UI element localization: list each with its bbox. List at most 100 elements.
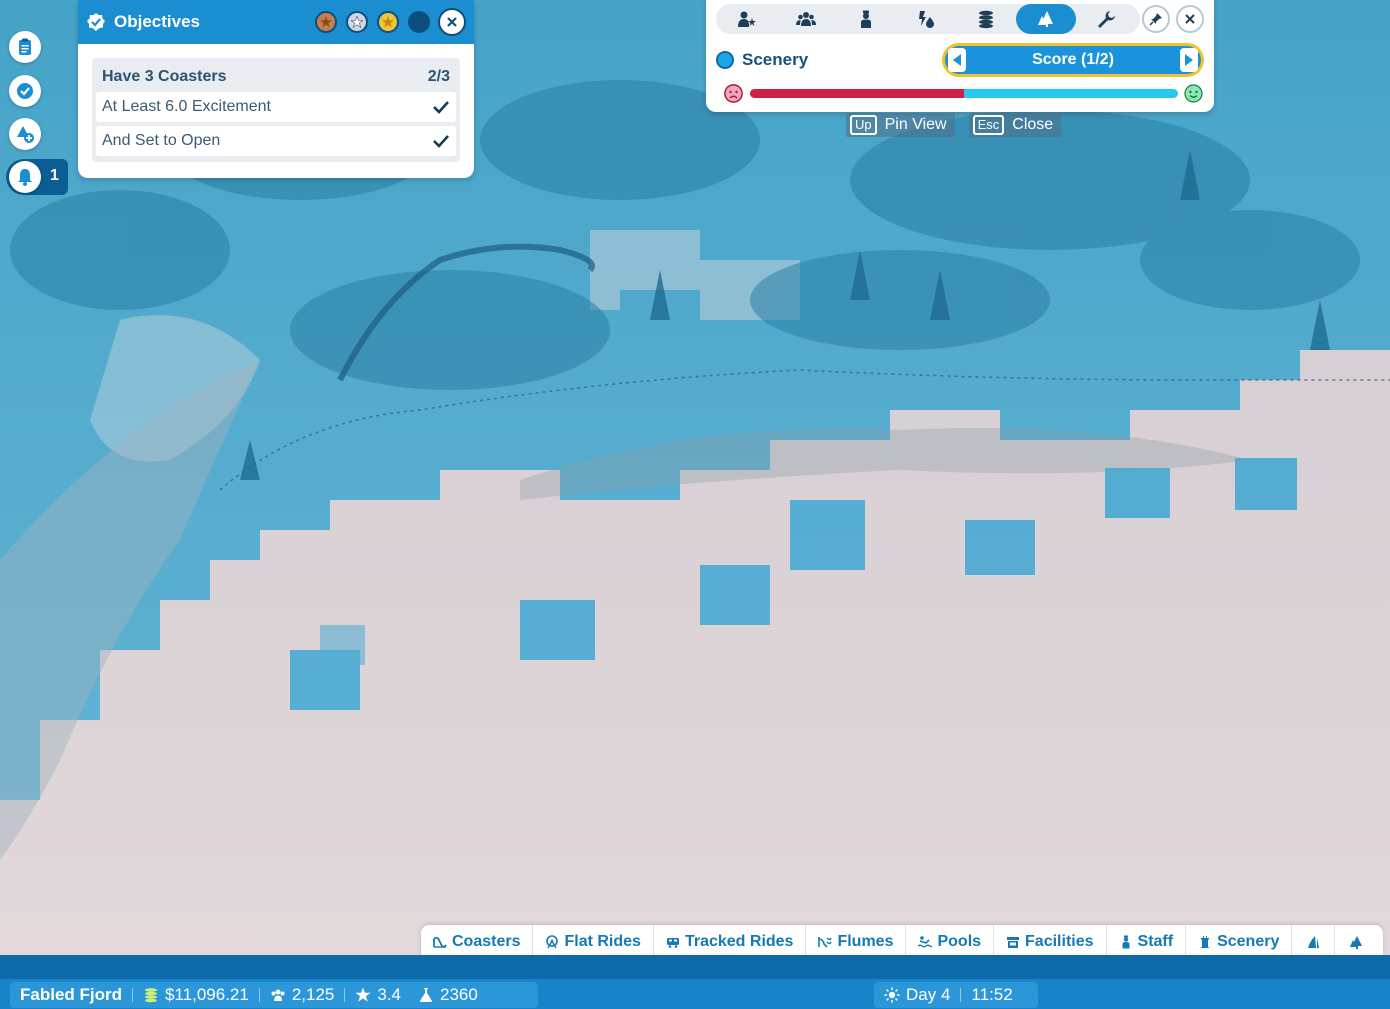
objective-sub-label: And Set to Open xyxy=(102,132,221,149)
score-selector-label: Score (1/2) xyxy=(1032,51,1114,68)
status-band xyxy=(0,955,1390,979)
objectives-button[interactable] xyxy=(9,75,41,107)
objective-progress: 2/3 xyxy=(427,68,450,85)
build-tab-facilities[interactable]: Facilities xyxy=(994,925,1107,959)
happy-face-icon xyxy=(1184,84,1203,103)
bell-icon xyxy=(18,169,32,186)
tab-staff[interactable] xyxy=(836,4,896,34)
staff-icon xyxy=(1122,935,1130,949)
tab-maintenance[interactable] xyxy=(1076,4,1136,34)
guest-count: 2,125 xyxy=(291,985,335,1004)
build-tab-label: Flumes xyxy=(837,933,894,950)
close-icon xyxy=(447,17,457,27)
build-tab-label: Flat Rides xyxy=(564,933,641,950)
objective-main-row: Have 3 Coasters 2/3 xyxy=(96,62,456,92)
build-tab-pools[interactable]: Pools xyxy=(906,925,995,959)
checkmark-icon xyxy=(433,101,449,114)
separator xyxy=(258,988,260,1002)
objectives-title: Objectives xyxy=(114,12,200,31)
objectives-panel: Objectives Have 3 Coasters 2/3 At Least … xyxy=(78,0,474,178)
notifications-button[interactable]: 1 xyxy=(6,159,68,195)
objective-card: Have 3 Coasters 2/3 At Least 6.0 Excitem… xyxy=(92,58,460,162)
pin-icon xyxy=(1149,13,1162,26)
separator xyxy=(132,988,133,1002)
sun-icon xyxy=(884,987,900,1003)
score-selector[interactable]: Score (1/2) xyxy=(942,43,1204,77)
tab-guest-thoughts[interactable] xyxy=(716,4,776,34)
objectives-header: Objectives xyxy=(78,0,474,44)
money-icon xyxy=(145,988,157,1003)
research-flask-icon xyxy=(419,988,433,1002)
overlay-category-label: Scenery xyxy=(716,50,808,70)
heatmap-overlay-panel: Scenery Score (1/2) xyxy=(706,0,1214,112)
flume-icon xyxy=(818,937,833,948)
park-rating: 3.4 xyxy=(377,985,402,1004)
score-selector-inner: Score (1/2) xyxy=(945,46,1201,74)
build-tab-flat-rides[interactable]: Flat Rides xyxy=(533,925,654,959)
build-tab-label: Pools xyxy=(937,933,982,950)
notification-bell xyxy=(9,161,41,193)
objective-sub-label: At Least 6.0 Excitement xyxy=(102,98,271,115)
keyboard-hints: Up Pin View Esc Close xyxy=(846,113,1075,137)
close-hint[interactable]: Esc Close xyxy=(968,113,1062,137)
tab-scenery[interactable] xyxy=(1016,4,1076,34)
tab-guests[interactable] xyxy=(776,4,836,34)
objective-sub-row: At Least 6.0 Excitement xyxy=(96,92,456,122)
bottom-status-bar: Fabled Fjord $11,096.21 2,125 3.4 2360 D… xyxy=(0,979,1390,1009)
tab-finance[interactable] xyxy=(956,4,1016,34)
overlay-label-text: Scenery xyxy=(742,50,809,69)
build-tab-coasters[interactable]: Coasters xyxy=(421,925,534,959)
day-label: Day 4 xyxy=(906,985,951,1004)
overlay-tab-strip xyxy=(716,4,1140,34)
arrow-left-icon xyxy=(953,54,961,66)
hygiene-icon xyxy=(919,11,934,28)
star-icon xyxy=(355,987,371,1002)
build-tab-tracked-rides[interactable]: Tracked Rides xyxy=(654,925,807,959)
tab-hygiene[interactable] xyxy=(896,4,956,34)
hint-label: Close xyxy=(1012,116,1054,133)
objectives-close-button[interactable] xyxy=(438,8,466,36)
hint-label: Pin View xyxy=(884,116,947,133)
arrow-right-icon xyxy=(1185,54,1193,66)
close-icon xyxy=(1185,14,1195,24)
key-badge: Esc xyxy=(972,115,1005,135)
build-tab-trees[interactable] xyxy=(1335,925,1377,959)
overlay-close-button[interactable] xyxy=(1176,5,1204,33)
key-badge: Up xyxy=(850,115,877,135)
build-tab-terrain[interactable] xyxy=(1292,925,1336,959)
add-scenario-button[interactable] xyxy=(9,118,41,150)
empty-star-slot-icon xyxy=(408,11,430,33)
train-car-icon xyxy=(666,938,679,948)
tower-icon xyxy=(1200,936,1211,948)
score-next-button[interactable] xyxy=(1180,48,1198,72)
scenery-icon xyxy=(1038,11,1053,27)
check-badge-icon xyxy=(17,83,33,99)
finance-icon xyxy=(979,10,993,29)
build-tab-label: Facilities xyxy=(1025,933,1094,950)
pin-view-hint[interactable]: Up Pin View xyxy=(846,113,955,137)
score-scale-bar xyxy=(750,89,1178,98)
score-prev-button[interactable] xyxy=(948,48,966,72)
park-stats-group[interactable]: Fabled Fjord $11,096.21 2,125 3.4 2360 xyxy=(10,982,538,1008)
terrain-sail-icon xyxy=(1308,936,1320,948)
bronze-star-icon xyxy=(315,11,337,33)
build-tab-flumes[interactable]: Flumes xyxy=(806,925,907,959)
build-tab-scenery[interactable]: Scenery xyxy=(1186,925,1293,959)
objectives-check-icon xyxy=(87,13,105,31)
park-management-button[interactable] xyxy=(9,31,41,63)
time-group[interactable]: Day 4 11:52 xyxy=(874,982,1038,1008)
guests-icon xyxy=(271,989,285,1001)
shop-stall-icon xyxy=(1007,937,1020,948)
tree-icon xyxy=(1350,936,1363,949)
coaster-icon xyxy=(433,936,447,948)
unhappy-face-icon xyxy=(724,84,743,103)
group-gap xyxy=(409,988,410,1002)
guests-icon xyxy=(796,12,816,26)
build-category-bar: Coasters Flat Rides Tracked Rides Flumes… xyxy=(421,925,1383,959)
pin-view-button[interactable] xyxy=(1142,5,1170,33)
clock-time: 11:52 xyxy=(971,985,1013,1004)
score-scale-bad-segment xyxy=(750,89,964,98)
notification-count: 1 xyxy=(50,167,59,184)
wrench-icon xyxy=(1098,11,1115,28)
build-tab-staff[interactable]: Staff xyxy=(1107,925,1187,959)
